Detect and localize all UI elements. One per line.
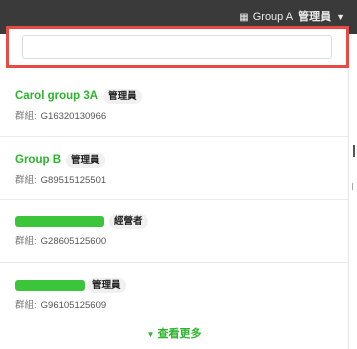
group-id: G16320130966: [40, 111, 107, 122]
group-id-prefix: 群組:: [15, 175, 37, 186]
current-group-label: Group A: [252, 11, 294, 23]
group-id: G28605125600: [40, 236, 107, 247]
role-badge: 管理員: [66, 152, 105, 168]
group-id-prefix: 群組:: [15, 111, 37, 122]
group-switcher[interactable]: ▦ Group A 管理員 ▼: [239, 10, 345, 25]
group-id: G89515125501: [40, 175, 107, 186]
group-name-redacted: [15, 279, 85, 291]
group-list-item[interactable]: Carol group 3A 管理員 群組: G16320130966: [0, 86, 348, 148]
group-id: G96105125609: [40, 300, 107, 311]
divider: [0, 262, 348, 263]
background-edge-mark: [353, 145, 355, 157]
group-name: Carol group 3A: [15, 90, 99, 102]
role-badge: 管理員: [87, 277, 126, 293]
chevron-down-icon: ▼: [146, 330, 155, 339]
background-edge-mark: [352, 183, 356, 190]
group-id-prefix: 群組:: [15, 300, 37, 311]
group-search-input[interactable]: [22, 35, 332, 59]
group-name: Group B: [15, 154, 61, 166]
search-highlight-box: [6, 26, 349, 68]
group-name-redacted: [15, 215, 104, 227]
group-id-prefix: 群組:: [15, 236, 37, 247]
divider: [0, 199, 348, 200]
group-dropdown-list: Carol group 3A 管理員 群組: G16320130966 Group…: [0, 70, 349, 349]
current-role-label: 管理員: [298, 11, 332, 23]
group-list-item[interactable]: 經營者 群組: G28605125600: [0, 211, 348, 273]
building-icon: ▦: [239, 12, 249, 23]
group-list-item[interactable]: Group B 管理員 群組: G89515125501: [0, 150, 348, 212]
chevron-down-icon: ▼: [336, 12, 345, 22]
role-badge: 經營者: [109, 213, 148, 229]
show-more-button[interactable]: ▼ 查看更多: [0, 322, 348, 346]
show-more-label: 查看更多: [157, 328, 202, 340]
role-badge: 管理員: [103, 88, 142, 104]
divider: [0, 136, 348, 137]
